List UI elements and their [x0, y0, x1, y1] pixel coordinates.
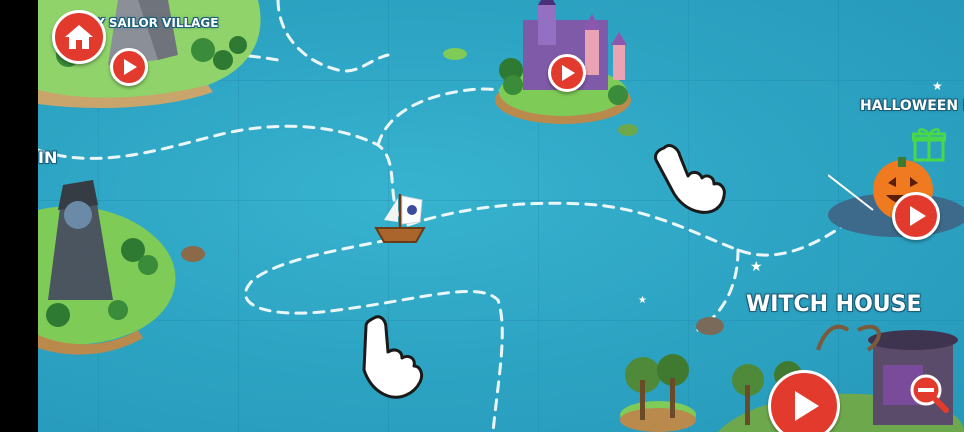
- play-icon: [124, 59, 137, 75]
- witch-house-play-button[interactable]: [768, 370, 840, 432]
- witch-house-label: WITCH HOUSE: [746, 292, 922, 317]
- star: ★: [638, 295, 647, 306]
- rock: [618, 124, 638, 136]
- halloween-label: HALLOWEEN MA: [860, 98, 964, 114]
- gift-icon[interactable]: [912, 126, 946, 162]
- zoom-out-icon: [910, 374, 949, 413]
- castle-play-button[interactable]: [548, 54, 586, 92]
- home-button[interactable]: [52, 10, 106, 64]
- zoom-out-button[interactable]: [908, 372, 950, 414]
- player-boat[interactable]: [370, 190, 430, 246]
- play-icon: [795, 391, 819, 421]
- halloween-island: [828, 157, 964, 237]
- left-volcano-island: [38, 180, 176, 355]
- star: ★: [750, 259, 763, 275]
- rock: [181, 246, 205, 262]
- play-icon: [562, 65, 575, 81]
- sailor-village-label: Y SAILOR VILLAGE: [96, 16, 219, 30]
- home-icon: [65, 25, 93, 49]
- rock: [443, 48, 467, 60]
- rock: [696, 317, 724, 335]
- tap-hand-icon: [362, 315, 424, 399]
- halloween-play-button[interactable]: [892, 192, 940, 240]
- world-map[interactable]: Y SAILOR VILLAGE IN HALLOWEEN WITCH HOUS…: [38, 0, 964, 432]
- tap-hand-icon: [654, 144, 726, 214]
- left-island-label: IN: [38, 148, 58, 167]
- sailor-village-play-button[interactable]: [110, 48, 148, 86]
- star: ★: [932, 79, 943, 93]
- play-icon: [910, 206, 926, 226]
